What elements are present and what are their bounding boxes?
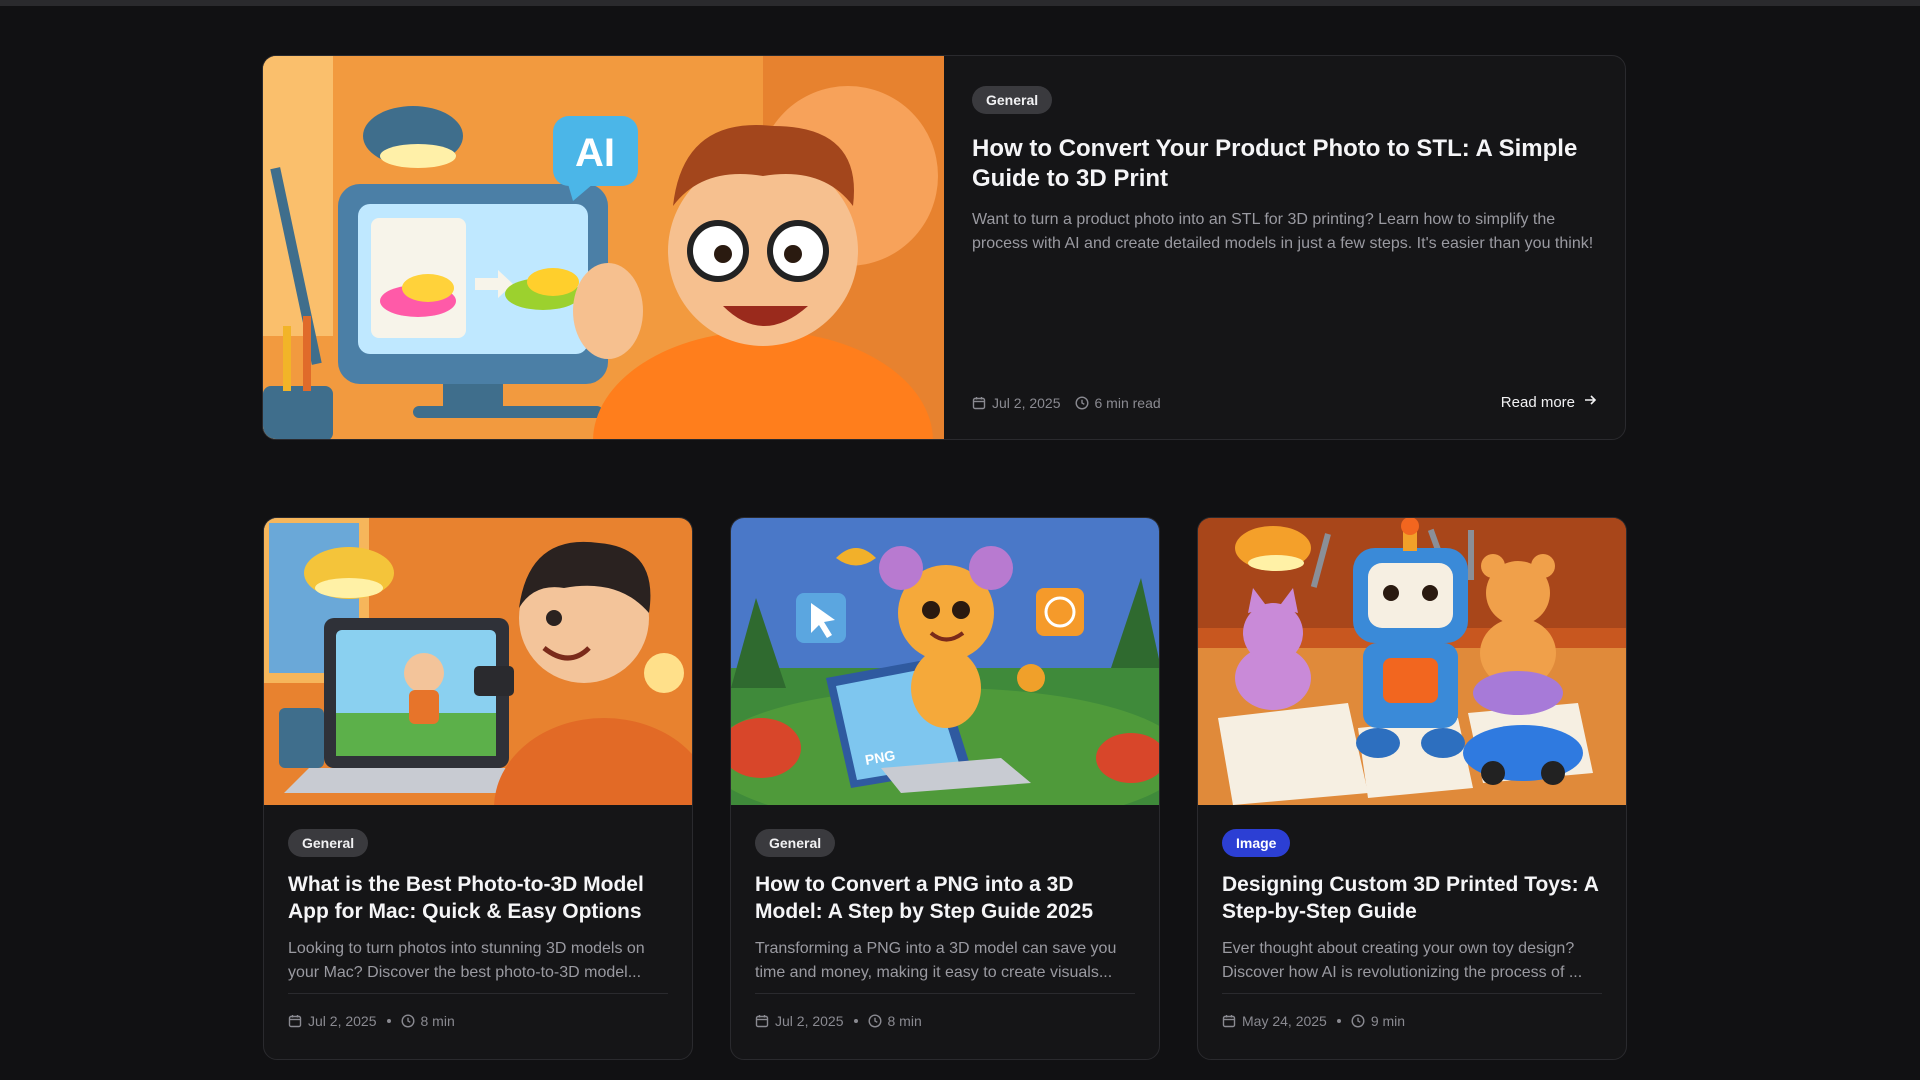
featured-post-card[interactable]: AI General How to Convert Your Product P… bbox=[262, 55, 1626, 440]
clock-icon bbox=[1351, 1014, 1365, 1028]
card-divider bbox=[755, 993, 1135, 994]
read-time: 9 min bbox=[1370, 1013, 1406, 1029]
card-divider bbox=[1222, 993, 1602, 994]
calendar-icon bbox=[755, 1014, 769, 1028]
category-badge[interactable]: General bbox=[972, 86, 1053, 114]
ai-bubble-text: AI bbox=[575, 131, 615, 175]
post-date: May 24, 2025 bbox=[1242, 1013, 1327, 1029]
post-image: PNG bbox=[731, 518, 1159, 805]
post-image bbox=[1198, 518, 1626, 805]
calendar-icon bbox=[972, 396, 986, 410]
post-title[interactable]: What is the Best Photo-to-3D Model App f… bbox=[288, 871, 668, 925]
post-excerpt: Ever thought about creating your own toy… bbox=[1222, 940, 1583, 981]
post-date: Jul 2, 2025 bbox=[775, 1013, 844, 1029]
clock-icon bbox=[1074, 396, 1089, 410]
read-more-label: Read more bbox=[1500, 393, 1575, 411]
post-meta: Jul 2, 2025 6 min read bbox=[972, 395, 1161, 411]
read-more-link[interactable]: Read more bbox=[1501, 393, 1597, 411]
post-card[interactable]: PNG General How to Convert a PNG into a … bbox=[730, 517, 1160, 1060]
meta-separator bbox=[853, 1019, 858, 1023]
post-date: Jul 2, 2025 bbox=[308, 1013, 377, 1029]
post-meta: Jul 2, 2025 8 min bbox=[755, 1013, 922, 1029]
category-badge[interactable]: General bbox=[755, 829, 836, 857]
calendar-icon bbox=[1222, 1014, 1236, 1028]
clock-icon bbox=[400, 1014, 415, 1028]
post-title[interactable]: How to Convert a PNG into a 3D Model: A … bbox=[755, 871, 1135, 925]
featured-post-image: AI bbox=[263, 56, 944, 439]
post-meta: Jul 2, 2025 8 min bbox=[288, 1013, 455, 1029]
post-excerpt: Looking to turn photos into stunning 3D … bbox=[288, 940, 645, 981]
post-excerpt: Transforming a PNG into a 3D model can s… bbox=[755, 940, 1117, 981]
read-time: 8 min bbox=[887, 1013, 922, 1029]
post-title[interactable]: Designing Custom 3D Printed Toys: A Step… bbox=[1222, 871, 1602, 925]
post-title[interactable]: How to Convert Your Product Photo to STL… bbox=[972, 134, 1582, 194]
post-meta: May 24, 2025 9 min bbox=[1222, 1013, 1405, 1029]
top-divider bbox=[0, 0, 1920, 6]
meta-separator bbox=[386, 1019, 391, 1023]
card-divider bbox=[288, 993, 668, 994]
post-card[interactable]: General What is the Best Photo-to-3D Mod… bbox=[263, 517, 693, 1060]
read-time: 6 min read bbox=[1094, 395, 1161, 411]
calendar-icon bbox=[288, 1014, 302, 1028]
read-time: 8 min bbox=[420, 1013, 455, 1029]
category-badge[interactable]: Image bbox=[1222, 829, 1291, 857]
post-date: Jul 2, 2025 bbox=[992, 395, 1061, 411]
clock-icon bbox=[867, 1014, 882, 1028]
category-badge[interactable]: General bbox=[288, 829, 369, 857]
post-card[interactable]: Image Designing Custom 3D Printed Toys: … bbox=[1197, 517, 1627, 1060]
post-image bbox=[264, 518, 692, 805]
post-excerpt: Want to turn a product photo into an STL… bbox=[972, 211, 1594, 252]
meta-separator bbox=[1336, 1019, 1341, 1023]
arrow-right-icon bbox=[1583, 393, 1597, 411]
